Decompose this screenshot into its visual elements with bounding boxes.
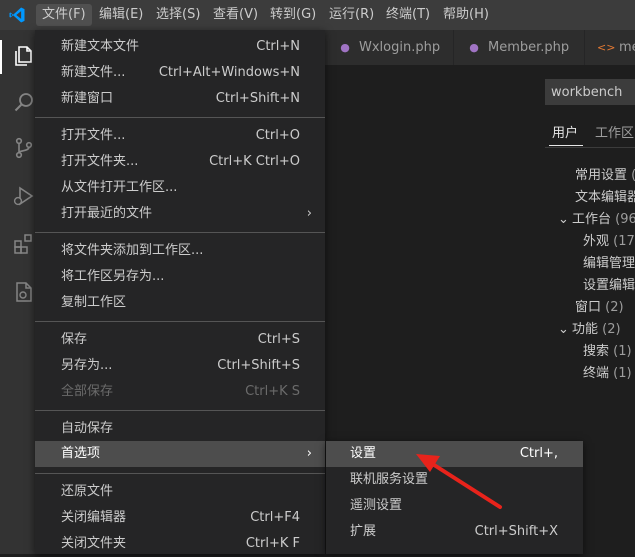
menu-separator (35, 232, 325, 233)
menu-item-save-workspace-as[interactable]: 将工作区另存为... (35, 264, 325, 290)
chevron-down-icon: ⌄ (558, 322, 569, 337)
php-icon: ● (469, 41, 479, 54)
menu-item-close-folder[interactable]: 关闭文件夹 Ctrl+K F (35, 531, 325, 557)
menu-item-new-text-file[interactable]: 新建文本文件 Ctrl+N (35, 34, 325, 60)
menu-separator (35, 410, 325, 411)
menu-selection[interactable]: 选择(S) (150, 4, 206, 26)
active-indicator (0, 40, 2, 74)
menu-item-open-file[interactable]: 打开文件... Ctrl+O (35, 123, 325, 149)
tab-third[interactable]: <>me (585, 30, 635, 65)
explorer-icon[interactable] (12, 44, 36, 68)
menu-separator (35, 321, 325, 322)
toc-item[interactable]: 窗口 (2) (575, 296, 624, 315)
toc-item[interactable]: 外观 (17) (583, 230, 635, 249)
menu-item-online-services-settings[interactable]: 联机服务设置 (326, 467, 583, 493)
toc-item[interactable]: 搜索 (1) (583, 340, 632, 359)
menu-run[interactable]: 运行(R) (323, 4, 380, 26)
menu-item-add-folder-to-workspace[interactable]: 将文件夹添加到工作区... (35, 238, 325, 264)
menu-item-open-folder[interactable]: 打开文件夹... Ctrl+K Ctrl+O (35, 149, 325, 175)
settings-search-input[interactable]: workbench (545, 79, 635, 105)
tab-user-settings[interactable]: 用户 (552, 122, 578, 141)
file-menu: 新建文本文件 Ctrl+N 新建文件... Ctrl+Alt+Windows+N 新… (35, 30, 325, 554)
menu-item-close-editor[interactable]: 关闭编辑器 Ctrl+F4 (35, 505, 325, 531)
tab-label: Member.php (488, 40, 570, 55)
tab-label: Wxlogin.php (359, 40, 441, 55)
chevron-right-icon: › (306, 206, 312, 221)
menu-item-open-recent[interactable]: 打开最近的文件 › (35, 201, 325, 227)
divider (545, 147, 635, 148)
toc-item[interactable]: 设置编辑 (583, 274, 635, 293)
menu-item-open-workspace[interactable]: 从文件打开工作区... (35, 175, 325, 201)
remote-explorer-icon[interactable] (12, 280, 36, 304)
menu-item-new-window[interactable]: 新建窗口 Ctrl+Shift+N (35, 86, 325, 112)
menu-go[interactable]: 转到(G) (264, 4, 322, 26)
menu-item-preferences[interactable]: 首选项 › (35, 441, 325, 467)
tab-workspace-settings[interactable]: 工作区 (595, 122, 634, 141)
toc-item[interactable]: ⌄ 功能 (2) (558, 318, 621, 337)
menu-item-extensions[interactable]: 扩展 Ctrl+Shift+X (326, 519, 583, 545)
toc-item[interactable]: 编辑管理 (583, 252, 635, 271)
code-icon: <> (597, 41, 616, 54)
menu-item-save[interactable]: 保存 Ctrl+S (35, 327, 325, 353)
menu-edit[interactable]: 编辑(E) (93, 4, 149, 26)
menu-item-revert-file[interactable]: 还原文件 (35, 479, 325, 505)
menu-help[interactable]: 帮助(H) (437, 4, 495, 26)
menu-item-settings[interactable]: 设置 Ctrl+, (326, 441, 583, 467)
menu-item-save-all: 全部保存 Ctrl+K S (61, 384, 300, 399)
menu-item-save-as[interactable]: 另存为... Ctrl+Shift+S (35, 353, 325, 379)
menu-item-telemetry-settings[interactable]: 遥测设置 (326, 493, 583, 519)
toc-item[interactable]: 终端 (1) (583, 362, 632, 381)
menu-terminal[interactable]: 终端(T) (380, 4, 436, 26)
toc-item[interactable]: ⌄ 工作台 (96 (558, 208, 635, 227)
chevron-down-icon: ⌄ (558, 212, 569, 227)
chevron-right-icon: › (306, 446, 312, 461)
toc-item[interactable]: 文本编辑器 (575, 186, 635, 205)
menu-view[interactable]: 查看(V) (207, 4, 264, 26)
php-icon: ● (340, 41, 350, 54)
tab-label: me (619, 40, 635, 55)
menu-item-auto-save[interactable]: 自动保存 (35, 416, 325, 442)
vscode-logo-icon (9, 7, 25, 23)
preferences-submenu: 设置 Ctrl+, 联机服务设置 遥测设置 扩展 Ctrl+Shift+X (326, 441, 583, 554)
run-debug-icon[interactable] (12, 184, 36, 208)
menu-item-duplicate-workspace[interactable]: 复制工作区 (35, 290, 325, 316)
menu-file[interactable]: 文件(F) (36, 4, 92, 26)
menu-separator (35, 117, 325, 118)
toc-item[interactable]: 常用设置 ( (575, 164, 635, 183)
extensions-icon[interactable] (12, 232, 36, 256)
search-icon[interactable] (12, 90, 36, 114)
active-tab-underline (549, 145, 583, 146)
menu-item-new-file[interactable]: 新建文件... Ctrl+Alt+Windows+N (35, 60, 325, 86)
menubar: 文件(F) 编辑(E) 选择(S) 查看(V) 转到(G) 运行(R) 终端(T… (0, 0, 635, 30)
tab-wxlogin[interactable]: ● Wxlogin.php (325, 30, 454, 65)
menu-separator (35, 473, 325, 474)
tab-member[interactable]: ● Member.php (454, 30, 585, 65)
source-control-icon[interactable] (12, 136, 36, 160)
